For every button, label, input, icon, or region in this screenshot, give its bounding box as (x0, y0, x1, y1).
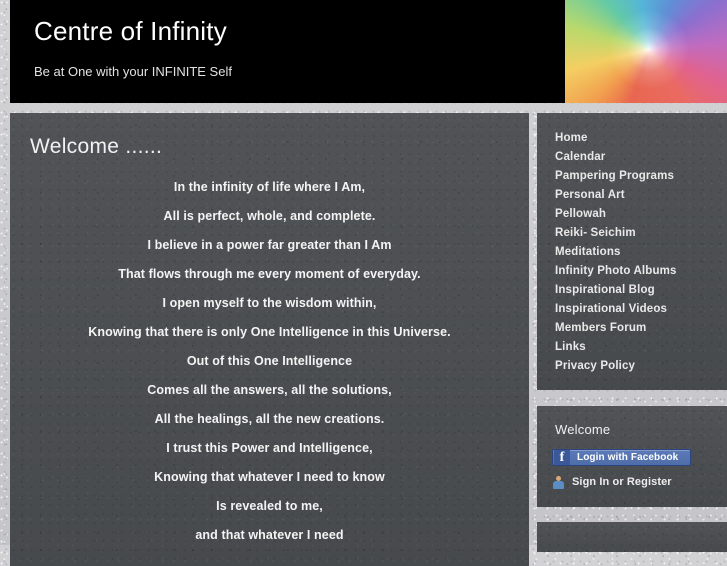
facebook-login-label: Login with Facebook (577, 452, 679, 463)
poem-body: In the infinity of life where I Am, All … (10, 169, 529, 566)
sidebar-item-label[interactable]: Reiki- Seichim (537, 224, 727, 243)
sidebar-nav-panel: Home Calendar Pampering Programs Persona… (537, 113, 727, 390)
poem-line: Is revealed to me, (216, 499, 323, 513)
poem-line: All the healings, all the new creations. (154, 412, 385, 426)
rainbow-spiral-image (565, 0, 727, 103)
poem-line: I open myself to the wisdom within, (162, 296, 377, 310)
sidebar-item-reiki-seichim[interactable]: Reiki- Seichim (537, 224, 727, 243)
sidebar-item-privacy-policy[interactable]: Privacy Policy (537, 357, 727, 376)
header-text-block: Centre of Infinity Be at One with your I… (34, 14, 232, 80)
sidebar-item-infinity-photo-albums[interactable]: Infinity Photo Albums (537, 262, 727, 281)
poem-line: I trust this Power and Intelligence, (166, 441, 373, 455)
site-title: Centre of Infinity (34, 16, 227, 46)
sidebar-item-label[interactable]: Links (537, 338, 727, 357)
sidebar-item-meditations[interactable]: Meditations (537, 243, 727, 262)
sidebar-item-label[interactable]: Privacy Policy (537, 357, 727, 376)
sidebar-item-personal-art[interactable]: Personal Art (537, 186, 727, 205)
sidebar-item-label[interactable]: Inspirational Blog (537, 281, 727, 300)
sidebar-item-pellowah[interactable]: Pellowah (537, 205, 727, 224)
facebook-icon: f (554, 450, 570, 465)
sidebar-item-inspirational-videos[interactable]: Inspirational Videos (537, 300, 727, 319)
poem-line: Knowing that there is only One Intellige… (88, 325, 451, 339)
sidebar-item-label[interactable]: Members Forum (537, 319, 727, 338)
poem-line: Comes all the answers, all the solutions… (147, 383, 392, 397)
welcome-widget-panel: Welcome f Login with Facebook Sign In or… (537, 406, 727, 507)
main-content-panel: Welcome ...... In the infinity of life w… (10, 113, 529, 566)
poem-line: Knowing that whatever I need to know (154, 470, 385, 484)
poem-line: That flows through me every moment of ev… (118, 267, 421, 281)
sidebar-item-label[interactable]: Home (537, 129, 727, 148)
sidebar-item-inspirational-blog[interactable]: Inspirational Blog (537, 281, 727, 300)
sidebar-item-members-forum[interactable]: Members Forum (537, 319, 727, 338)
sidebar-item-label[interactable]: Calendar (537, 148, 727, 167)
sidebar-item-label[interactable]: Pampering Programs (537, 167, 727, 186)
sidebar-lower-panel (537, 522, 727, 552)
person-icon (552, 475, 565, 489)
site-header: Centre of Infinity Be at One with your I… (10, 0, 727, 103)
sidebar-item-label[interactable]: Personal Art (537, 186, 727, 205)
poem-line: All is perfect, whole, and complete. (163, 209, 376, 223)
sign-in-register-label: Sign In or Register (572, 476, 672, 488)
welcome-widget-title: Welcome (555, 422, 611, 437)
sidebar-item-label[interactable]: Pellowah (537, 205, 727, 224)
sidebar-nav-list: Home Calendar Pampering Programs Persona… (537, 129, 727, 376)
poem-line: Out of this One Intelligence (186, 354, 353, 368)
poem-line: In the infinity of life where I Am, (173, 180, 366, 194)
page-title: Welcome ...... (30, 135, 163, 158)
sign-in-register-link[interactable]: Sign In or Register (552, 475, 727, 489)
sidebar-item-pampering-programs[interactable]: Pampering Programs (537, 167, 727, 186)
poem-line: I believe in a power far greater than I … (147, 238, 392, 252)
sidebar-item-home[interactable]: Home (537, 129, 727, 148)
sidebar-item-calendar[interactable]: Calendar (537, 148, 727, 167)
page-root: Centre of Infinity Be at One with your I… (0, 0, 727, 566)
sidebar-item-label[interactable]: Infinity Photo Albums (537, 262, 727, 281)
sidebar-item-links[interactable]: Links (537, 338, 727, 357)
poem-line: and that whatever I need (195, 528, 344, 542)
sidebar-item-label[interactable]: Meditations (537, 243, 727, 262)
site-tagline: Be at One with your INFINITE Self (34, 64, 232, 79)
sidebar: Home Calendar Pampering Programs Persona… (537, 113, 727, 552)
facebook-login-button[interactable]: f Login with Facebook (552, 449, 691, 466)
sidebar-item-label[interactable]: Inspirational Videos (537, 300, 727, 319)
